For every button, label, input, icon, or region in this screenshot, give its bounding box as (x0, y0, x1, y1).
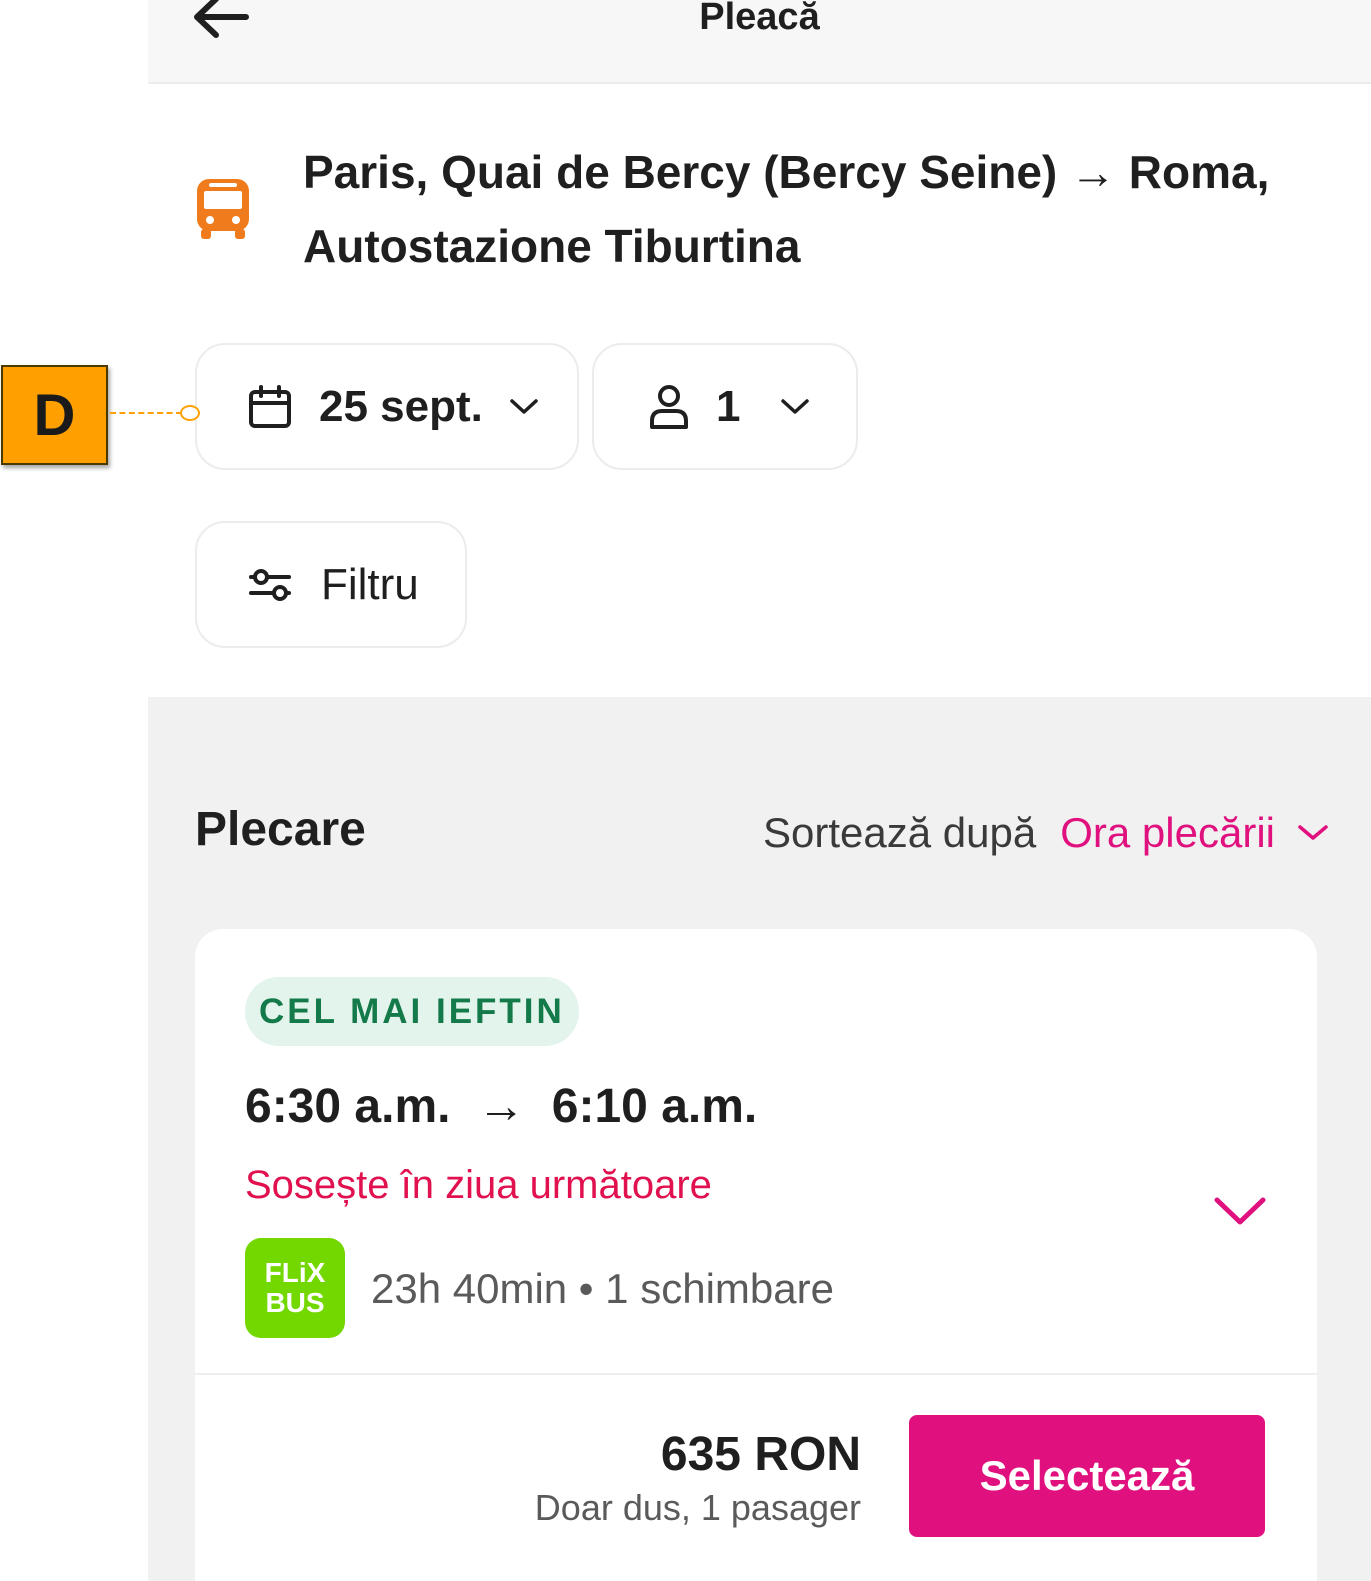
trip-times: 6:30 a.m. → 6:10 a.m. (245, 1080, 758, 1133)
trip-duration: 23h 40min • 1 schimbare (371, 1265, 834, 1312)
next-day-note: Sosește în ziua următoare (245, 1163, 712, 1207)
calendar-icon (249, 384, 291, 428)
page: Pleacă Paris, Quai de Bercy (Bercy Seine… (148, 0, 1371, 1581)
chevron-down-icon (1297, 824, 1329, 842)
logo-text-bottom: BUS (265, 1287, 325, 1318)
header: Pleacă (148, 0, 1371, 84)
annotation-connector (110, 412, 182, 414)
filter-sliders-icon (249, 568, 291, 601)
page-title: Pleacă (699, 0, 820, 38)
price-note: Doar dus, 1 pasager (534, 1487, 861, 1528)
filter-label: Filtru (321, 559, 419, 609)
sort-dropdown[interactable]: Sortează după Ora plecării (763, 809, 1329, 857)
person-icon (650, 384, 688, 429)
chevron-down-icon (509, 398, 539, 416)
results-section: Plecare Sortează după Ora plecării CEL M… (148, 697, 1371, 1581)
trip-card[interactable]: CEL MAI IEFTIN 6:30 a.m. → 6:10 a.m. Sos… (195, 929, 1317, 1581)
bus-icon (197, 179, 249, 239)
annotation-anchor-dot (180, 405, 200, 421)
trip-price: 635 RON (660, 1428, 861, 1481)
date-label: 25 sept. (319, 381, 483, 431)
date-picker-button[interactable]: 25 sept. (195, 343, 579, 470)
annotation-marker: D (1, 365, 108, 465)
sort-label: Sortează după (763, 809, 1037, 856)
passengers-label: 1 (716, 381, 741, 431)
chevron-down-icon (1214, 1197, 1266, 1225)
select-button[interactable]: Selectează (909, 1415, 1265, 1537)
expand-details-button[interactable] (1211, 1191, 1269, 1231)
card-divider (195, 1373, 1317, 1375)
route-title: Paris, Quai de Bercy (Bercy Seine) → Rom… (303, 146, 1270, 272)
cheapest-badge: CEL MAI IEFTIN (245, 977, 579, 1046)
sort-value: Ora plecării (1060, 809, 1275, 856)
filter-button[interactable]: Filtru (195, 521, 467, 648)
passengers-picker-button[interactable]: 1 (592, 343, 858, 470)
route-summary: Paris, Quai de Bercy (Bercy Seine) → Rom… (193, 135, 1343, 280)
chevron-down-icon (780, 398, 810, 416)
flixbus-logo: FLiX BUS (245, 1238, 345, 1338)
results-heading: Plecare (195, 803, 366, 856)
logo-text-top: FLiX (264, 1257, 326, 1288)
